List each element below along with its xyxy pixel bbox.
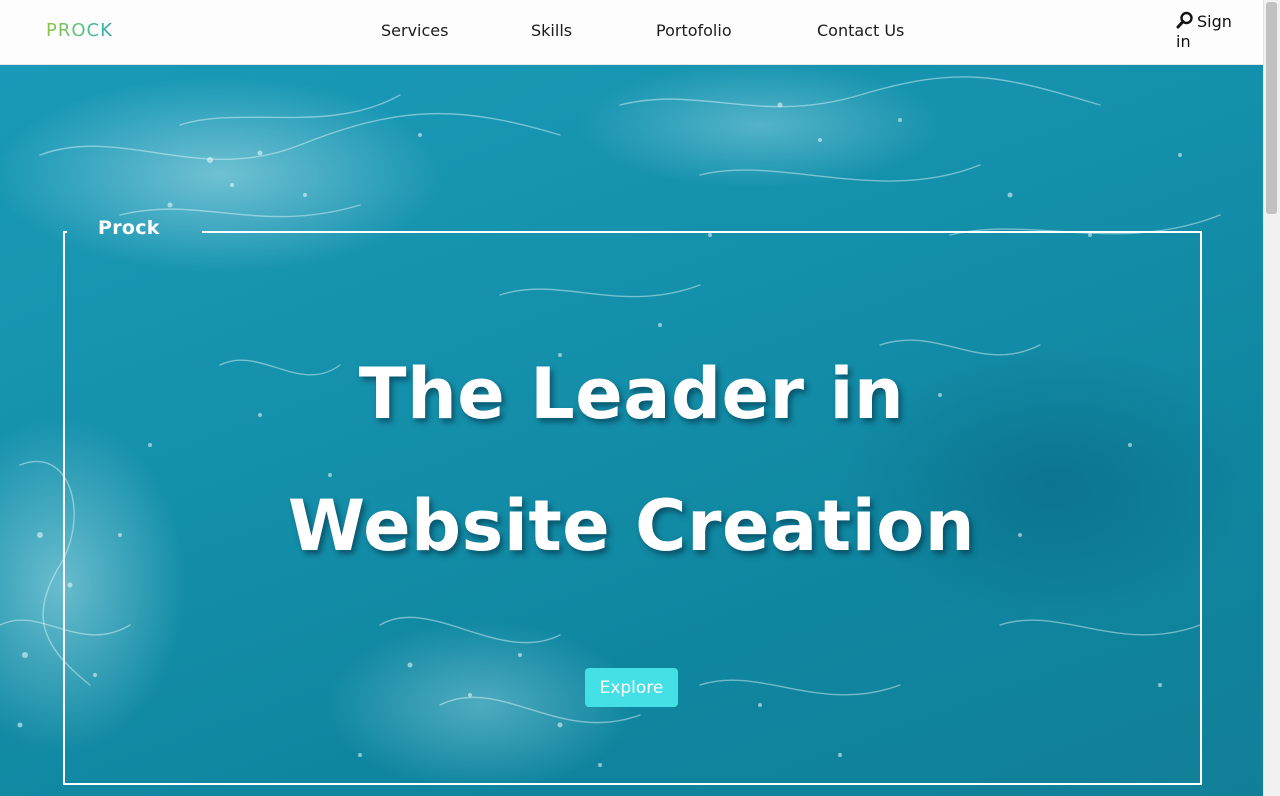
hero-frame-top-right	[202, 231, 1202, 233]
nav-link-skills[interactable]: Skills	[531, 21, 572, 40]
page: PROCK Services Skills Portofolio Contact…	[0, 0, 1280, 796]
nav-link-portofolio[interactable]: Portofolio	[656, 21, 732, 40]
explore-button[interactable]: Explore	[585, 668, 678, 707]
search-icon	[1176, 11, 1193, 29]
hero-headline-line-2: Website Creation	[287, 485, 976, 567]
nav-link-services[interactable]: Services	[381, 21, 448, 40]
hero-frame-label: Prock	[98, 217, 160, 239]
nav-link-contact-us[interactable]: Contact Us	[817, 21, 904, 40]
scrollbar-thumb[interactable]	[1266, 2, 1277, 214]
main-nav: Services Skills Portofolio Contact Us	[0, 21, 1263, 43]
hero-frame-top-left	[63, 231, 67, 233]
hero-section: Prock The Leader in Website Creation Exp…	[0, 65, 1263, 796]
signin-link[interactable]: Sign in	[1176, 11, 1246, 52]
hero-headline-line-1: The Leader in	[358, 353, 905, 435]
navbar: PROCK Services Skills Portofolio Contact…	[0, 0, 1263, 65]
